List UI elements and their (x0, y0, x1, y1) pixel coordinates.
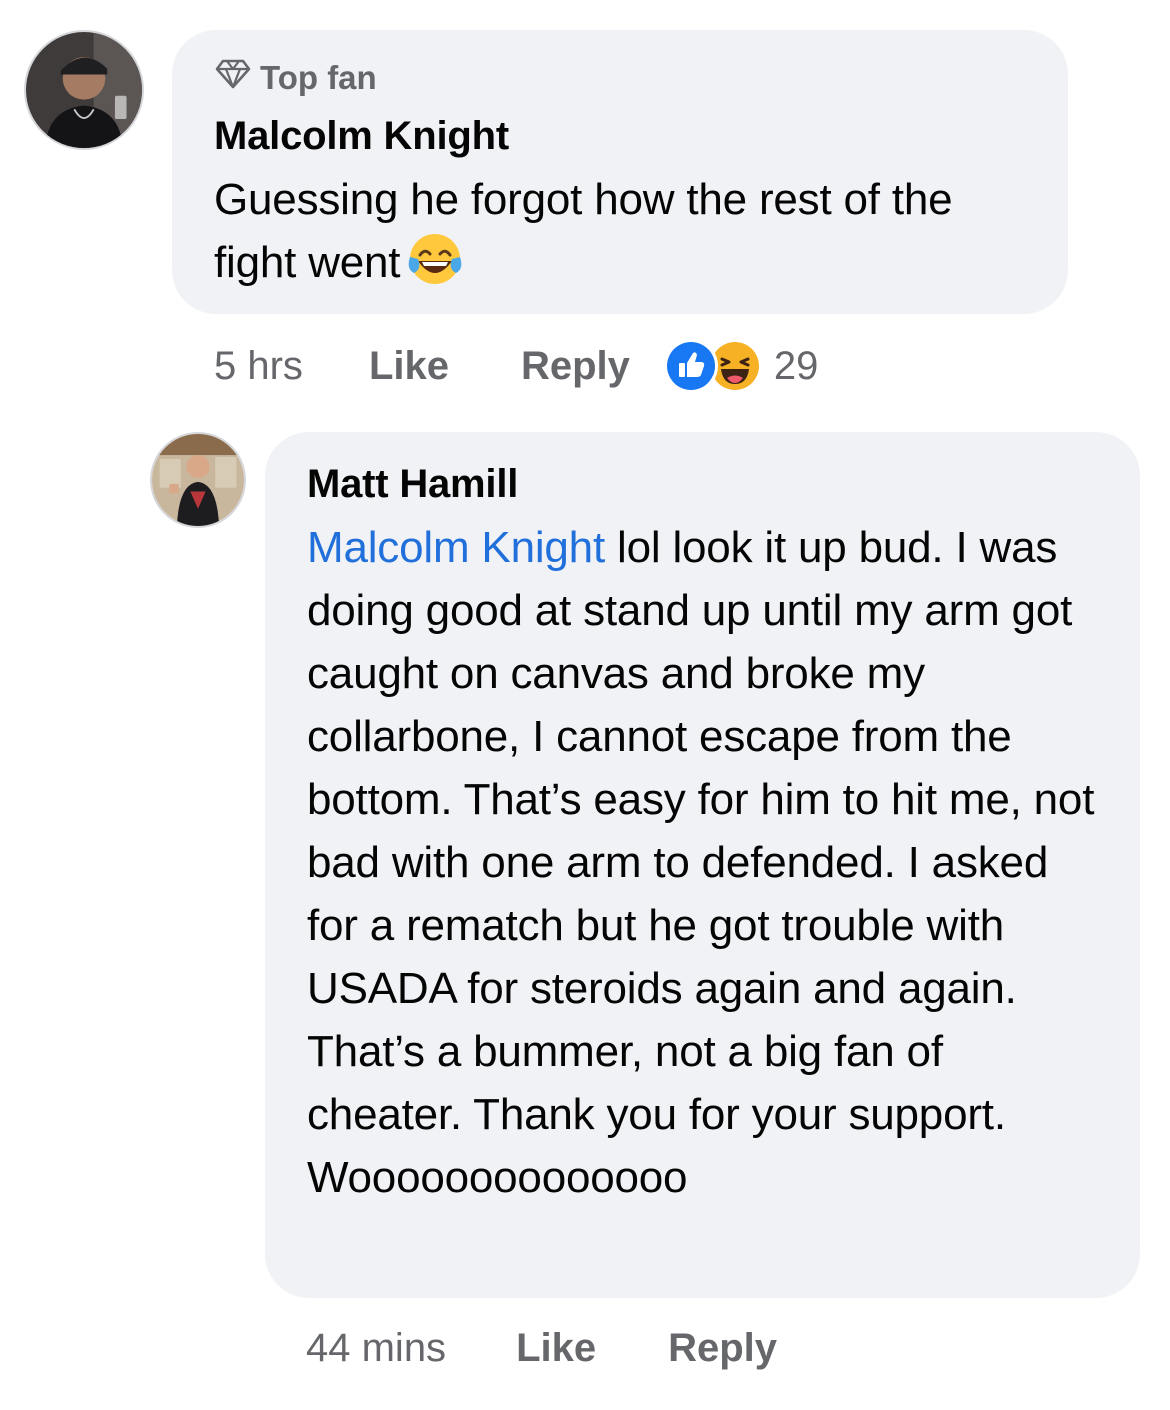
badge-label: Top fan (260, 59, 377, 96)
reaction-summary[interactable]: 29 (663, 339, 819, 393)
reply-timestamp[interactable]: 44 mins (306, 1326, 446, 1371)
reaction-count: 29 (773, 343, 819, 388)
comment-timestamp[interactable]: 5 hrs (214, 344, 303, 389)
mention-link[interactable]: Malcolm Knight (307, 523, 605, 572)
reply-button[interactable]: Reply (668, 1326, 777, 1371)
like-button[interactable]: Like (516, 1326, 596, 1371)
reply-text: Malcolm Knight lol look it up bud. I was… (307, 516, 1096, 1209)
reply-author-avatar[interactable] (150, 432, 246, 528)
comment-text-content: Guessing he forgot how the rest of the f… (214, 175, 953, 287)
like-button[interactable]: Like (369, 344, 449, 389)
comment-actions: 5 hrs Like Reply 29 (214, 339, 819, 393)
reply-text-content: lol look it up bud. I was doing good at … (307, 523, 1095, 1202)
comment-text: Guessing he forgot how the rest of the f… (214, 168, 1028, 294)
top-fan-badge: Top fan (214, 58, 1028, 98)
diamond-icon (214, 57, 252, 99)
reply-button[interactable]: Reply (521, 344, 630, 389)
like-reaction-icon (663, 339, 718, 393)
comment-author[interactable]: Malcolm Knight (214, 110, 1028, 162)
comment-bubble: Top fan Malcolm Knight Guessing he forgo… (172, 30, 1068, 314)
reply-bubble: Matt Hamill Malcolm Knight lol look it u… (265, 432, 1140, 1298)
laughing-tears-emoji-icon (406, 231, 464, 287)
commenter-avatar[interactable] (24, 30, 144, 150)
reply-actions: 44 mins Like Reply (306, 1322, 777, 1374)
reply-author[interactable]: Matt Hamill (307, 458, 1096, 510)
